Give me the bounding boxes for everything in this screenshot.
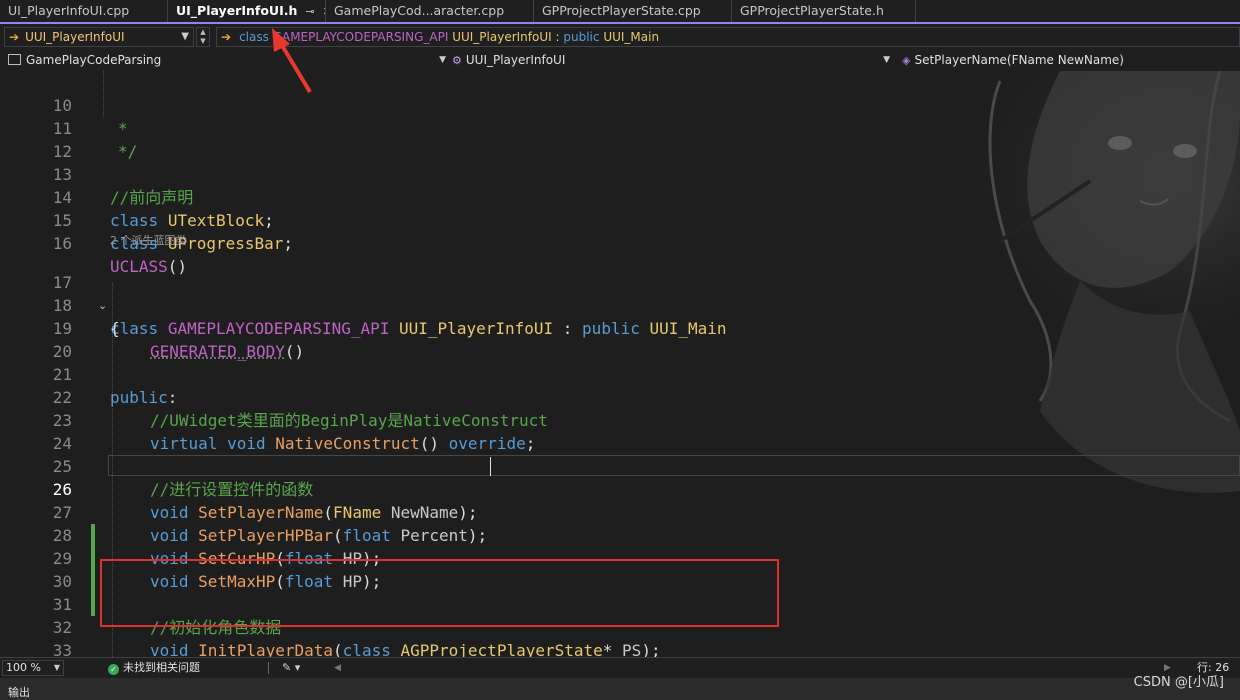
class-signature-bar[interactable]: ➔ class GAMEPLAYCODEPARSING_API UUI_Playe… — [216, 27, 1240, 47]
chevron-down-icon: ▼ — [53, 663, 60, 672]
output-panel-header: 输出 — [0, 678, 1240, 700]
code-line: 13 //前向声明 — [0, 140, 1240, 207]
scope-dropdown-value: UUI_PlayerInfoUI — [465, 53, 566, 67]
code-line: 25 //进行设置控件的函数 — [0, 432, 1240, 499]
method-icon: ◈ — [902, 54, 911, 67]
tab-ui-playerinfoui-h[interactable]: UI_PlayerInfoUI.h⊸✕ — [168, 0, 326, 24]
code-cleanup-icon[interactable]: ✎ ▾ — [282, 658, 300, 678]
code-line: 19 GENERATED_BODY() — [0, 294, 1240, 361]
tab-gameplay-character-cpp[interactable]: GamePlayCod...aracter.cpp — [326, 0, 534, 22]
chevron-down-icon: ▼ — [439, 55, 446, 65]
code-line: 16 UCLASS() — [0, 209, 1240, 276]
tab-label: GamePlayCod...aracter.cpp — [334, 3, 505, 18]
tab-ui-playerinfoui-cpp[interactable]: UI_PlayerInfoUI.cpp — [0, 0, 168, 22]
code-line: 34 public: — [0, 639, 1240, 657]
watermark: CSDN @[小瓜] — [1133, 675, 1224, 690]
project-dropdown-value: GamePlayCodeParsing — [26, 53, 162, 67]
code-line-current: 26 void SetPlayerName(FName NewName); — [0, 455, 1240, 522]
text-cursor — [490, 457, 491, 476]
class-toolbar: ➔ UUI_PlayerInfoUI ▼ ▲ ▼ ➔ class GAMEPLAYCO… — [0, 24, 1240, 51]
codelens-derived-blueprints[interactable]: 2 个派生蓝图类 — [110, 233, 187, 248]
arrow-right-icon: ➔ — [221, 30, 232, 44]
tab-label: GPProjectPlayerState.cpp — [542, 3, 701, 18]
code-line: 17 ⌄ class GAMEPLAYCODEPARSING_API UUI_P… — [0, 248, 1240, 338]
class-dropdown[interactable]: ➔ UUI_PlayerInfoUI ▼ — [4, 27, 194, 47]
member-dropdown-value: SetPlayerName(FName NewName) — [914, 53, 1124, 67]
tab-gpprojectplayerstate-cpp[interactable]: GPProjectPlayerState.cpp — [534, 0, 732, 22]
annotation-highlight-box — [100, 559, 779, 627]
code-line: 24 — [0, 409, 1240, 453]
arrow-right-icon: ➔ — [9, 30, 20, 44]
code-line: 14 class UTextBlock; — [0, 163, 1240, 230]
code-line: 23 virtual void NativeConstruct() overri… — [0, 386, 1240, 453]
chevron-down-icon: ▼ — [883, 55, 890, 65]
pin-icon[interactable]: ⊸ — [305, 5, 314, 18]
class-icon: ⚙ — [452, 54, 462, 67]
signature-colon: : — [555, 30, 560, 44]
issues-indicator[interactable]: ✓ 未找到相关问题 — [108, 658, 200, 678]
annotation-arrow-icon — [272, 28, 312, 94]
tab-label: GPProjectPlayerState.h — [740, 3, 884, 18]
code-line: 20 — [0, 317, 1240, 361]
signature-base-class: UUI_Main — [603, 30, 660, 44]
ide-window: UI_PlayerInfoUI.cpp UI_PlayerInfoUI.h⊸✕ … — [0, 0, 1240, 700]
issues-text: 未找到相关问题 — [123, 661, 200, 674]
editor-status-bar: 100 % ▼ ✓ 未找到相关问题 ✎ ▾ ◀ ▶ 行: 26 — [0, 657, 1240, 678]
status-divider — [268, 662, 269, 674]
member-dropdown[interactable]: ◈ SetPlayerName(FName NewName) — [902, 50, 1240, 71]
code-line: 11 */ — [0, 94, 1240, 161]
project-dropdown[interactable]: GamePlayCodeParsing ▼ — [8, 50, 450, 71]
zoom-dropdown[interactable]: 100 % ▼ — [2, 660, 64, 676]
signature-class-name: UUI_PlayerInfoUI — [452, 30, 552, 44]
code-editor[interactable]: 10 * 11 */ 12 13 //前向声明 14 class UTextBl… — [0, 71, 1240, 657]
code-line: 22 //UWidget类里面的BeginPlay是NativeConstruc… — [0, 363, 1240, 430]
chevron-down-icon: ▼ — [181, 31, 189, 42]
code-line: 28 void SetCurHP(float HP); — [0, 501, 1240, 568]
tab-gpprojectplayerstate-h[interactable]: GPProjectPlayerState.h — [732, 0, 916, 22]
code-line: 18 { — [0, 271, 1240, 338]
code-line: 15 class UProgressBar; — [0, 186, 1240, 253]
code-line: 29 void SetMaxHP(float HP); — [0, 524, 1240, 591]
document-tab-strip: UI_PlayerInfoUI.cpp UI_PlayerInfoUI.h⊸✕ … — [0, 0, 1240, 24]
signature-keyword-public: public — [563, 30, 600, 44]
tab-label: UI_PlayerInfoUI.cpp — [8, 3, 130, 18]
code-line: 27 void SetPlayerHPBar(float Percent); — [0, 478, 1240, 545]
project-icon — [8, 54, 21, 65]
class-spinner[interactable]: ▲ ▼ — [196, 27, 210, 47]
navigation-bar: GamePlayCodeParsing ▼ ⚙ UUI_PlayerInfoUI … — [0, 50, 1240, 72]
code-line: 12 — [0, 117, 1240, 161]
scope-dropdown[interactable]: ⚙ UUI_PlayerInfoUI ▼ — [452, 50, 894, 71]
tab-label: UI_PlayerInfoUI.h — [176, 3, 298, 18]
check-circle-icon: ✓ — [108, 664, 119, 675]
code-line: 21 public: — [0, 340, 1240, 407]
zoom-value: 100 % — [6, 661, 41, 674]
class-dropdown-value: UUI_PlayerInfoUI — [25, 30, 125, 44]
output-panel-title[interactable]: 输出 — [8, 682, 30, 700]
scroll-left-icon[interactable]: ◀ — [334, 658, 341, 678]
code-line: 10 * — [0, 71, 1240, 138]
